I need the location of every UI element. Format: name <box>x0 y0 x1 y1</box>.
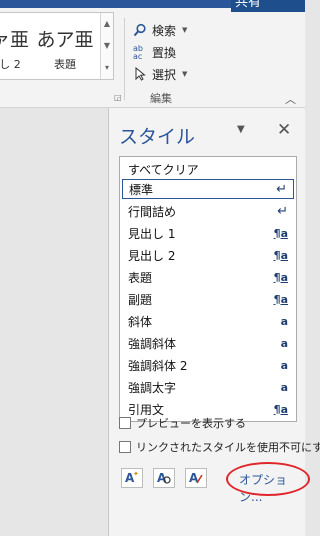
manage-styles-icon: A <box>188 471 204 488</box>
chevron-down-icon[interactable]: ▼ <box>182 26 187 34</box>
character-style-icon: a <box>280 380 288 394</box>
linked-style-icon: ¶a <box>273 248 288 262</box>
style-list: すべてクリア 標準 ↵ 行間詰め ↵ 見出し 1 ¶a 見出し 2 ¶a 表題 … <box>119 156 297 422</box>
gallery-item-preview: ァ亜 <box>0 29 29 51</box>
paragraph-style-icon: ↵ <box>277 203 288 219</box>
chevron-down-icon[interactable]: ▼ <box>182 70 187 78</box>
gallery-down-icon[interactable]: ▼ <box>101 35 113 57</box>
replace-icon: ab ac <box>132 44 148 60</box>
collapse-ribbon-icon[interactable]: ︿ <box>285 91 296 107</box>
replace-button[interactable]: ab ac 置換 <box>132 42 176 62</box>
style-item-label: 表題 <box>128 270 153 285</box>
character-style-icon: a <box>280 336 288 350</box>
share-button[interactable]: 共有 <box>231 0 305 12</box>
dialog-launcher-icon[interactable]: ◲ <box>114 93 122 102</box>
linked-style-icon: ¶a <box>273 292 288 306</box>
style-item-label: 斜体 <box>128 314 153 329</box>
style-item-intense-emphasis[interactable]: 強調斜体 a <box>122 333 294 353</box>
manage-styles-button[interactable]: A <box>185 468 207 488</box>
disable-linked-row[interactable]: リンクされたスタイルを使用不可にす <box>119 438 320 456</box>
style-item-label: 見出し 2 <box>128 248 176 263</box>
linked-style-icon: ¶a <box>273 402 288 416</box>
svg-text:ac: ac <box>133 52 142 60</box>
style-item-no-spacing[interactable]: 行間詰め ↵ <box>122 201 294 221</box>
new-style-button[interactable]: A ✦ <box>121 468 143 488</box>
style-item-heading2[interactable]: 見出し 2 ¶a <box>122 245 294 265</box>
gallery-item-preview: あア亜 <box>36 29 94 51</box>
cursor-arrow-icon <box>132 66 148 82</box>
gallery-more-icon[interactable]: ▾ <box>101 57 113 79</box>
style-item-title[interactable]: 表題 ¶a <box>122 267 294 287</box>
options-link[interactable]: オプション... <box>239 471 305 505</box>
disable-linked-checkbox[interactable] <box>119 441 131 453</box>
style-item-heading1[interactable]: 見出し 1 ¶a <box>122 223 294 243</box>
show-preview-checkbox[interactable] <box>119 417 131 429</box>
group-separator <box>124 18 125 100</box>
linked-style-icon: ¶a <box>273 226 288 240</box>
style-inspector-button[interactable]: A <box>153 468 175 488</box>
select-button[interactable]: 選択 ▼ <box>132 64 187 84</box>
style-item-label: すべてクリア <box>128 162 199 177</box>
gallery-item-label: し 2 <box>0 58 21 71</box>
style-inspector-icon: A <box>156 471 172 488</box>
select-label: 選択 <box>152 67 177 82</box>
svg-text:✦: ✦ <box>133 470 139 478</box>
styles-pane: スタイル ▼ ✕ すべてクリア 標準 ↵ 行間詰め ↵ 見出し 1 ¶a 見出し… <box>108 108 320 536</box>
gallery-item-heading2[interactable]: ァ亜 し 2 <box>0 13 30 79</box>
style-item-subtitle[interactable]: 副題 ¶a <box>122 289 294 309</box>
style-item-label: 見出し 1 <box>128 226 176 241</box>
style-item-label: 強調太字 <box>128 380 177 395</box>
editing-group-label: 編集 <box>150 92 172 105</box>
style-item-normal[interactable]: 標準 ↵ <box>122 179 294 199</box>
find-label: 検索 <box>152 23 177 38</box>
gallery-scrollbar[interactable]: ▲ ▼ ▾ <box>100 13 113 79</box>
replace-label: 置換 <box>152 45 177 60</box>
character-style-icon: a <box>280 358 288 372</box>
gallery-item-title[interactable]: あア亜 表題 <box>30 13 100 79</box>
paragraph-style-icon: ↵ <box>276 181 287 197</box>
new-style-icon: A ✦ <box>124 470 140 488</box>
style-item-intense-emphasis-2[interactable]: 強調斜体 2 a <box>122 355 294 375</box>
pane-options-icon[interactable]: ▼ <box>237 124 245 135</box>
style-gallery: ァ亜 し 2 あア亜 表題 ▲ ▼ ▾ <box>0 12 114 80</box>
style-item-label: 副題 <box>128 292 153 307</box>
show-preview-label: プレビューを表示する <box>136 417 246 430</box>
close-icon[interactable]: ✕ <box>277 120 291 140</box>
style-item-clear-all[interactable]: すべてクリア <box>122 159 294 179</box>
share-label: 共有 <box>235 0 262 10</box>
style-item-label: 標準 <box>129 182 154 197</box>
style-item-emphasis[interactable]: 斜体 a <box>122 311 294 331</box>
pane-title: スタイル <box>119 126 196 148</box>
gallery-item-label: 表題 <box>54 58 76 71</box>
find-button[interactable]: 検索 ▼ <box>132 20 187 40</box>
show-preview-row[interactable]: プレビューを表示する <box>119 414 246 432</box>
style-item-label: 行間詰め <box>128 204 177 219</box>
style-item-strong[interactable]: 強調太字 a <box>122 377 294 397</box>
style-item-label: 強調斜体 2 <box>128 358 188 373</box>
search-icon <box>132 22 148 38</box>
gallery-up-icon[interactable]: ▲ <box>101 13 113 35</box>
linked-style-icon: ¶a <box>273 270 288 284</box>
ribbon: 共有 ァ亜 し 2 あア亜 表題 ▲ ▼ ▾ ◲ 検索 ▼ ab ac 置換 選… <box>0 0 305 108</box>
style-item-label: 強調斜体 <box>128 336 177 351</box>
disable-linked-label: リンクされたスタイルを使用不可にす <box>136 441 320 454</box>
character-style-icon: a <box>280 314 288 328</box>
